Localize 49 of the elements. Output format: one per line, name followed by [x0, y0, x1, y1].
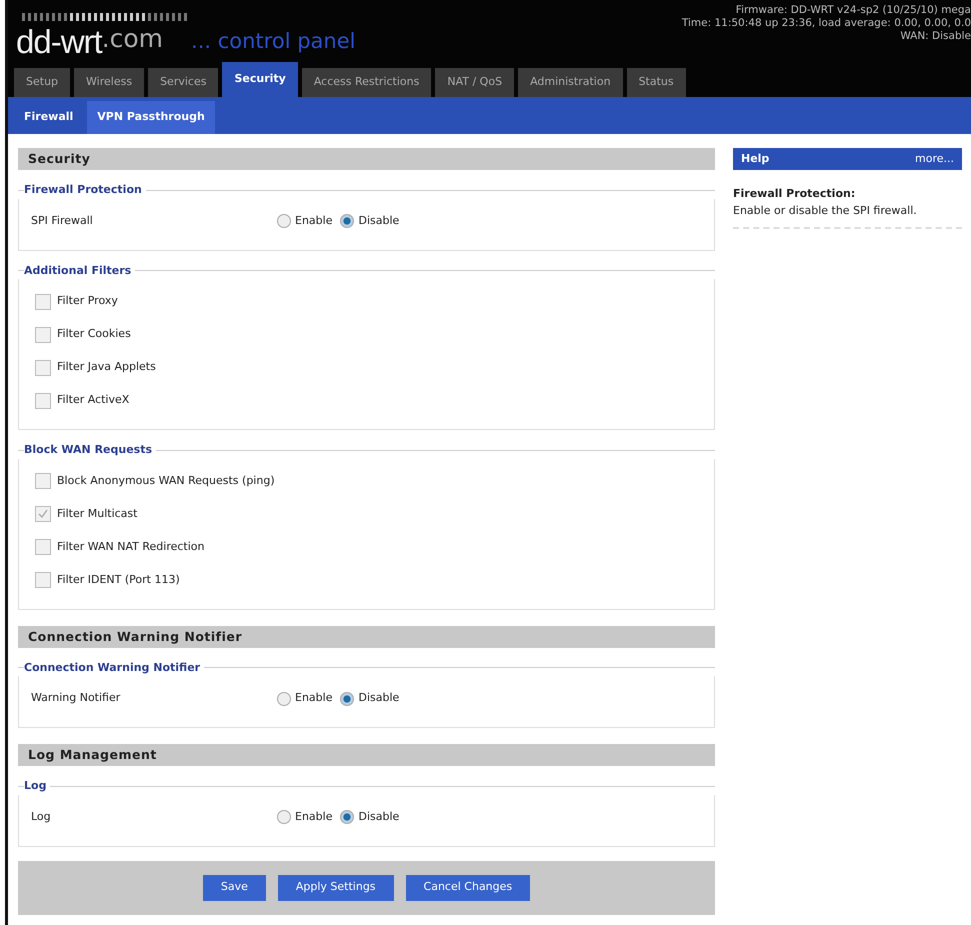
- logo-tagline: ... control panel: [191, 28, 356, 55]
- logo-text: dd-wrt: [16, 24, 102, 58]
- nav-tab[interactable]: Setup: [14, 68, 70, 97]
- section-header: Connection Warning Notifier: [18, 626, 715, 648]
- group-legend: Firewall Protection: [24, 182, 146, 198]
- nav-tab[interactable]: Administration: [518, 68, 623, 97]
- nav-tab[interactable]: Services: [148, 68, 218, 97]
- signal-bars-icon: [22, 13, 187, 21]
- field-label: SPI Firewall: [31, 212, 94, 229]
- nav-tab[interactable]: Status: [626, 68, 686, 97]
- section-header: Log Management: [18, 744, 715, 766]
- action-button[interactable]: Save: [202, 874, 266, 900]
- radio-option[interactable]: Enable: [277, 808, 332, 826]
- checkbox-option[interactable]: Filter Java Applets: [35, 359, 156, 376]
- group-legend: Block WAN Requests: [24, 442, 156, 458]
- checkbox-option[interactable]: Filter Cookies: [35, 326, 131, 343]
- group-legend: Log: [24, 778, 50, 794]
- action-button[interactable]: Apply Settings: [278, 874, 394, 900]
- nav-tab[interactable]: Access Restrictions: [302, 68, 432, 97]
- checkmark-icon: [38, 509, 48, 519]
- group-legend: Connection Warning Notifier: [24, 660, 204, 676]
- header-info-line: WAN: Disable: [899, 30, 971, 43]
- nav-tab[interactable]: NAT / QoS: [435, 68, 514, 97]
- help-text: Enable or disable the SPI firewall.: [733, 202, 918, 218]
- field-label: Log: [31, 808, 52, 825]
- radio-option[interactable]: Disable: [340, 808, 400, 826]
- radio-option[interactable]: Disable: [340, 212, 400, 230]
- field-label: Warning Notifier: [31, 690, 122, 706]
- more-link[interactable]: more...: [915, 150, 954, 168]
- checkbox-option[interactable]: Filter ActiveX: [35, 392, 130, 409]
- checkbox-option[interactable]: Filter Multicast: [35, 506, 138, 522]
- radio-option[interactable]: Enable: [277, 690, 332, 707]
- checkbox-option[interactable]: Filter WAN NAT Redirection: [35, 538, 205, 556]
- nav-tab[interactable]: Security: [222, 62, 298, 97]
- nav-tab[interactable]: Wireless: [74, 68, 144, 97]
- header-info-line: Time: 11:50:48 up 23:36, load average: 0.00, 0.00, 0.0: [682, 17, 971, 30]
- logo-suffix: .com: [102, 23, 164, 53]
- header-info-line: Firmware: DD-WRT v24-sp2 (10/25/10) mega: [734, 4, 971, 17]
- radio-option[interactable]: Enable: [277, 212, 332, 230]
- checkbox-option[interactable]: Filter IDENT (Port 113): [35, 572, 180, 588]
- help-heading: Firewall Protection:: [733, 186, 856, 202]
- checkbox-option[interactable]: Block Anonymous WAN Requests (ping): [35, 472, 275, 490]
- help-title: Help: [741, 150, 770, 167]
- action-button[interactable]: Cancel Changes: [406, 874, 530, 900]
- checkbox-option[interactable]: Filter Proxy: [35, 293, 118, 310]
- section-header: Security: [18, 148, 715, 170]
- radio-option[interactable]: Disable: [340, 690, 400, 707]
- group-legend: Additional Filters: [24, 262, 136, 279]
- sub-tab[interactable]: VPN Passthrough: [87, 101, 215, 134]
